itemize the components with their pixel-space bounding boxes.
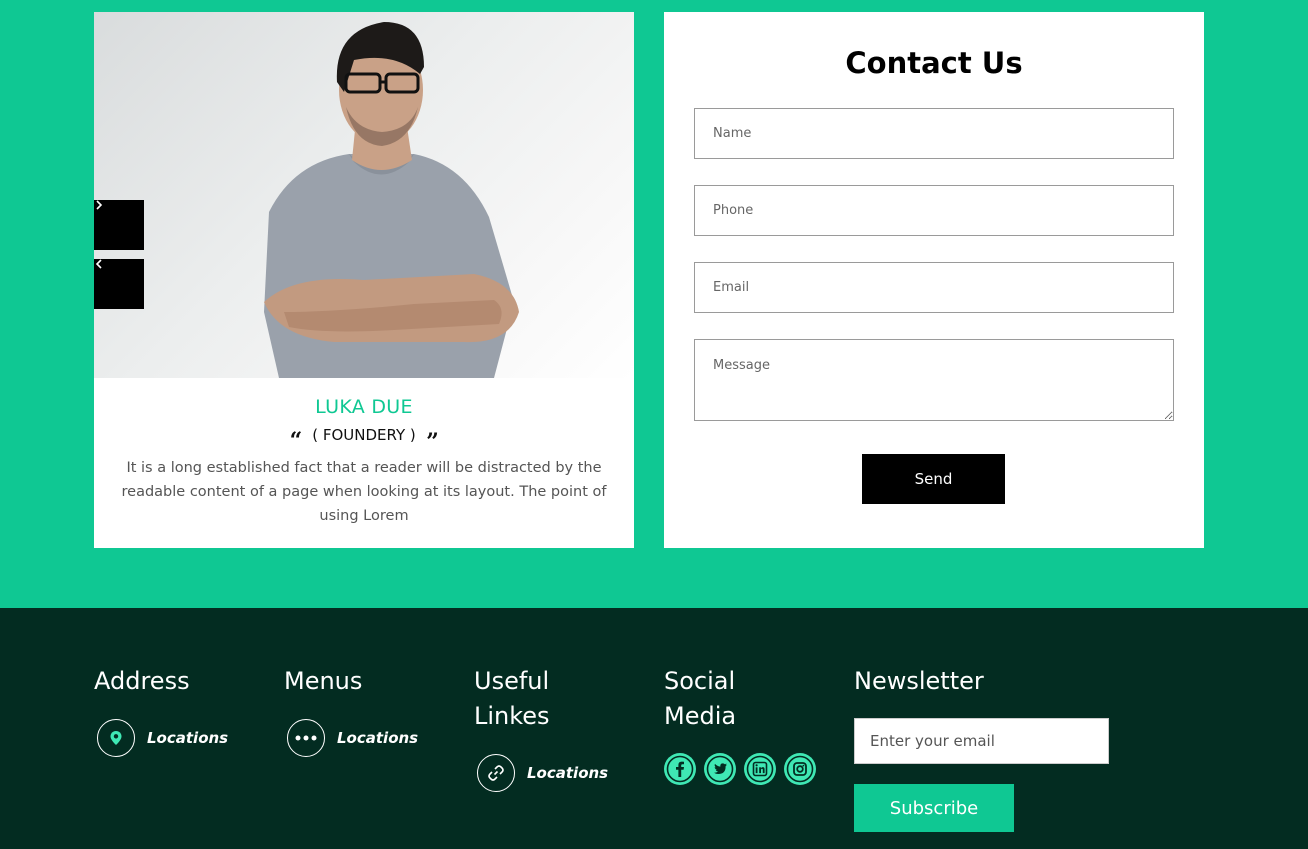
useful-links-title: Useful Linkes xyxy=(474,664,550,734)
link-icon xyxy=(477,754,515,792)
useful-links-title-line2: Linkes xyxy=(474,702,550,730)
address-link-label: Locations xyxy=(147,729,229,747)
menus-column: Menus xyxy=(284,664,362,699)
map-pin-icon xyxy=(97,719,135,757)
address-column: Address xyxy=(94,664,190,699)
open-quote-icon: “ xyxy=(289,428,303,454)
menus-link[interactable]: Locations xyxy=(287,719,418,757)
footer: Address Locations Menus Locations Useful… xyxy=(0,608,1308,849)
close-quote-icon: “ xyxy=(425,416,439,442)
linkedin-icon[interactable] xyxy=(744,753,776,785)
useful-link-label: Locations xyxy=(527,764,609,782)
testimonial-text: It is a long established fact that a rea… xyxy=(121,460,607,524)
social-media-title-line2: Media xyxy=(664,702,737,730)
more-dots-icon xyxy=(287,719,325,757)
social-icons xyxy=(664,753,816,785)
prev-slide-button[interactable] xyxy=(94,259,144,309)
menus-link-label: Locations xyxy=(337,729,419,747)
message-field[interactable] xyxy=(694,339,1174,421)
useful-link[interactable]: Locations xyxy=(477,754,608,792)
contact-form: Contact Us Send xyxy=(664,12,1204,548)
address-link[interactable]: Locations xyxy=(97,719,228,757)
social-media-title-line1: Social xyxy=(664,667,736,695)
chevron-left-icon xyxy=(95,259,102,269)
phone-field[interactable] xyxy=(694,185,1174,236)
person-role-line: “ ( FOUNDERY ) “ xyxy=(94,416,634,454)
testimonial-card: LUKA DUE “ ( FOUNDERY ) “ It is a long e… xyxy=(94,12,634,548)
useful-links-column: Useful Linkes xyxy=(474,664,550,734)
name-field[interactable] xyxy=(694,108,1174,159)
useful-links-title-line1: Useful xyxy=(474,667,550,695)
send-button[interactable]: Send xyxy=(862,454,1005,504)
email-field[interactable] xyxy=(694,262,1174,313)
testimonial-contact-section: LUKA DUE “ ( FOUNDERY ) “ It is a long e… xyxy=(0,0,1308,608)
newsletter-title: Newsletter xyxy=(854,667,984,695)
chevron-right-icon xyxy=(96,200,103,210)
social-media-title: Social Media xyxy=(664,664,736,734)
menus-title: Menus xyxy=(284,667,363,695)
facebook-icon[interactable] xyxy=(664,753,696,785)
person-role: ( FOUNDERY ) xyxy=(312,426,416,444)
address-title: Address xyxy=(94,667,190,695)
next-slide-button[interactable] xyxy=(94,200,144,250)
twitter-icon[interactable] xyxy=(704,753,736,785)
subscribe-button[interactable]: Subscribe xyxy=(854,784,1014,832)
person-photo xyxy=(94,12,634,378)
social-media-column: Social Media xyxy=(664,664,736,734)
person-name: LUKA DUE xyxy=(315,396,413,418)
newsletter-column: Newsletter xyxy=(854,664,984,699)
newsletter-email-input[interactable] xyxy=(854,718,1109,764)
contact-title: Contact Us xyxy=(845,46,1023,80)
instagram-icon[interactable] xyxy=(784,753,816,785)
